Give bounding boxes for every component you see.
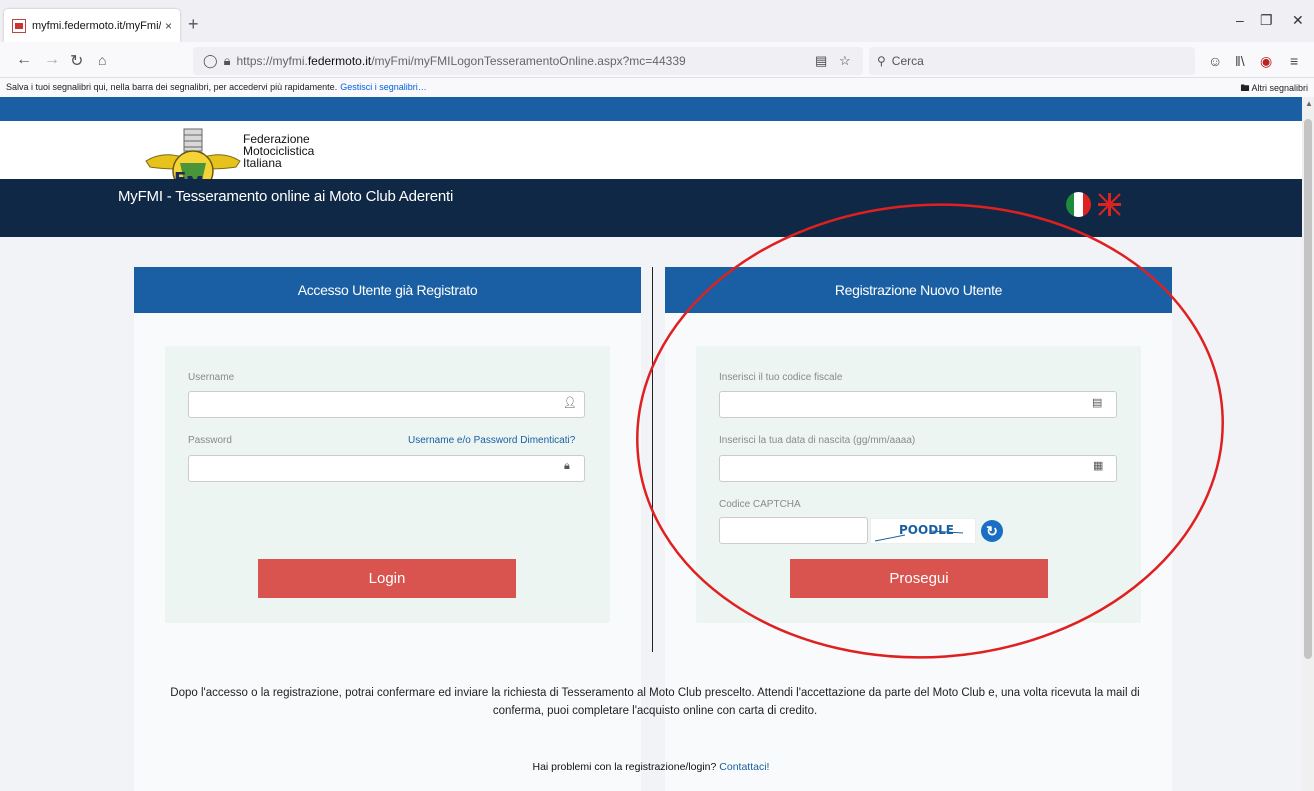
contact-link[interactable]: Contattaci!	[719, 761, 769, 773]
tab-bar: myfmi.federmoto.it/myFmi/my × + – ❐ ✕	[0, 0, 1314, 42]
tab-title: myfmi.federmoto.it/myFmi/my	[32, 19, 161, 32]
browser-tab[interactable]: myfmi.federmoto.it/myFmi/my ×	[4, 9, 180, 42]
bookmarks-bar: Salva i tuoi segnalibri qui, nella barra…	[0, 78, 1314, 95]
navigation-bar: ← → ↻ ⌂ ◯ 🔒︎ https://myfmi. federmoto.it /…	[0, 42, 1314, 78]
page-content: F M Federazione Motociclistica Italiana …	[0, 97, 1302, 791]
captcha-refresh-icon[interactable]: ↻	[981, 520, 1003, 542]
logo-line-3: Italiana	[243, 156, 282, 170]
reload-icon[interactable]: ↻	[70, 51, 83, 71]
captcha-input[interactable]	[719, 517, 868, 544]
info-text: Dopo l'accesso o la registrazione, potra…	[170, 687, 1140, 717]
login-heading: Accesso Utente già Registrato	[134, 267, 641, 313]
login-card: Username 👤︎ Password Username e/o Passwo…	[165, 346, 610, 623]
tab-close-icon[interactable]: ×	[165, 19, 172, 33]
registration-card: Inserisci il tuo codice fiscale ▤ Inseri…	[696, 346, 1141, 623]
scroll-up-icon[interactable]: ▲	[1305, 99, 1313, 108]
forward-icon[interactable]: →	[44, 51, 60, 69]
forgot-credentials-link[interactable]: Username e/o Password Dimenticati?	[408, 435, 575, 446]
login-button[interactable]: Login	[258, 559, 516, 598]
url-prefix: https://myfmi.	[236, 54, 308, 68]
lock-icon: 🔒︎	[223, 53, 231, 68]
captcha-image: POODLE	[870, 518, 976, 544]
shield-icon: ◯	[203, 53, 218, 68]
bookmarks-bar-text: Salva i tuoi segnalibri qui, nella barra…	[6, 81, 338, 92]
other-bookmarks-label: Altri segnalibri	[1251, 83, 1308, 93]
extension-icon[interactable]: ◉	[1260, 53, 1272, 70]
url-host: federmoto.it	[307, 54, 372, 68]
new-tab-button[interactable]: +	[188, 14, 199, 35]
italian-flag-icon[interactable]	[1066, 192, 1091, 217]
back-icon[interactable]: ←	[16, 51, 32, 69]
site-title: MyFMI - Tesseramento online ai Moto Club…	[118, 188, 454, 205]
folder-icon: 🖿︎	[1240, 83, 1250, 93]
close-window-icon[interactable]: ✕	[1292, 12, 1304, 29]
logo-text: Federazione Motociclistica Italiana	[243, 133, 314, 169]
page-scrollbar[interactable]: ▲	[1302, 97, 1314, 791]
help-line: Hai problemi con la registrazione/login?…	[0, 761, 1302, 773]
uk-flag-icon[interactable]	[1097, 192, 1122, 217]
password-label: Password	[188, 435, 232, 446]
account-icon[interactable]: ☺	[1208, 53, 1222, 69]
home-icon[interactable]: ⌂	[98, 52, 106, 68]
menu-icon[interactable]: ≡	[1290, 53, 1298, 69]
minimize-icon[interactable]: –	[1236, 12, 1244, 28]
registration-heading: Registrazione Nuovo Utente	[665, 267, 1172, 313]
url-path: /myFmi/myFMILogonTesseramentoOnline.aspx…	[371, 54, 686, 68]
captcha-label: Codice CAPTCHA	[719, 499, 801, 510]
id-card-icon: ▤	[1092, 397, 1103, 409]
panel-divider	[652, 267, 653, 652]
reader-icon[interactable]: ▤	[815, 53, 827, 69]
search-icon: ⚲	[877, 54, 886, 68]
help-text: Hai problemi con la registrazione/login?	[532, 761, 717, 773]
scrollbar-thumb[interactable]	[1304, 119, 1312, 659]
top-strip	[0, 97, 1302, 121]
library-icon[interactable]: ‖\	[1235, 53, 1245, 69]
manage-bookmarks-link[interactable]: Gestisci i segnalibri…	[340, 82, 427, 92]
birth-date-input[interactable]	[719, 455, 1117, 482]
search-bar[interactable]: ⚲ Cerca	[869, 47, 1195, 75]
continue-button[interactable]: Prosegui	[790, 559, 1048, 598]
password-input[interactable]	[188, 455, 585, 482]
fiscal-code-input[interactable]	[719, 391, 1117, 418]
star-icon[interactable]: ☆	[839, 53, 851, 69]
url-bar[interactable]: ◯ 🔒︎ https://myfmi. federmoto.it/myFmi/my…	[193, 47, 863, 75]
lock-icon: 🔒︎	[564, 460, 570, 472]
favicon-icon	[12, 18, 26, 33]
restore-icon[interactable]: ❐	[1260, 12, 1273, 29]
search-placeholder: Cerca	[891, 54, 924, 68]
user-icon: 👤︎	[563, 397, 577, 409]
calendar-icon[interactable]: ▦	[1093, 459, 1103, 472]
other-bookmarks[interactable]: 🖿︎ Altri segnalibri	[1240, 81, 1308, 97]
birth-date-label: Inserisci la tua data di nascita (gg/mm/…	[719, 435, 916, 446]
username-input[interactable]	[188, 391, 585, 418]
captcha-text: POODLE	[899, 523, 955, 537]
username-label: Username	[188, 372, 235, 383]
fiscal-code-label: Inserisci il tuo codice fiscale	[719, 372, 843, 383]
